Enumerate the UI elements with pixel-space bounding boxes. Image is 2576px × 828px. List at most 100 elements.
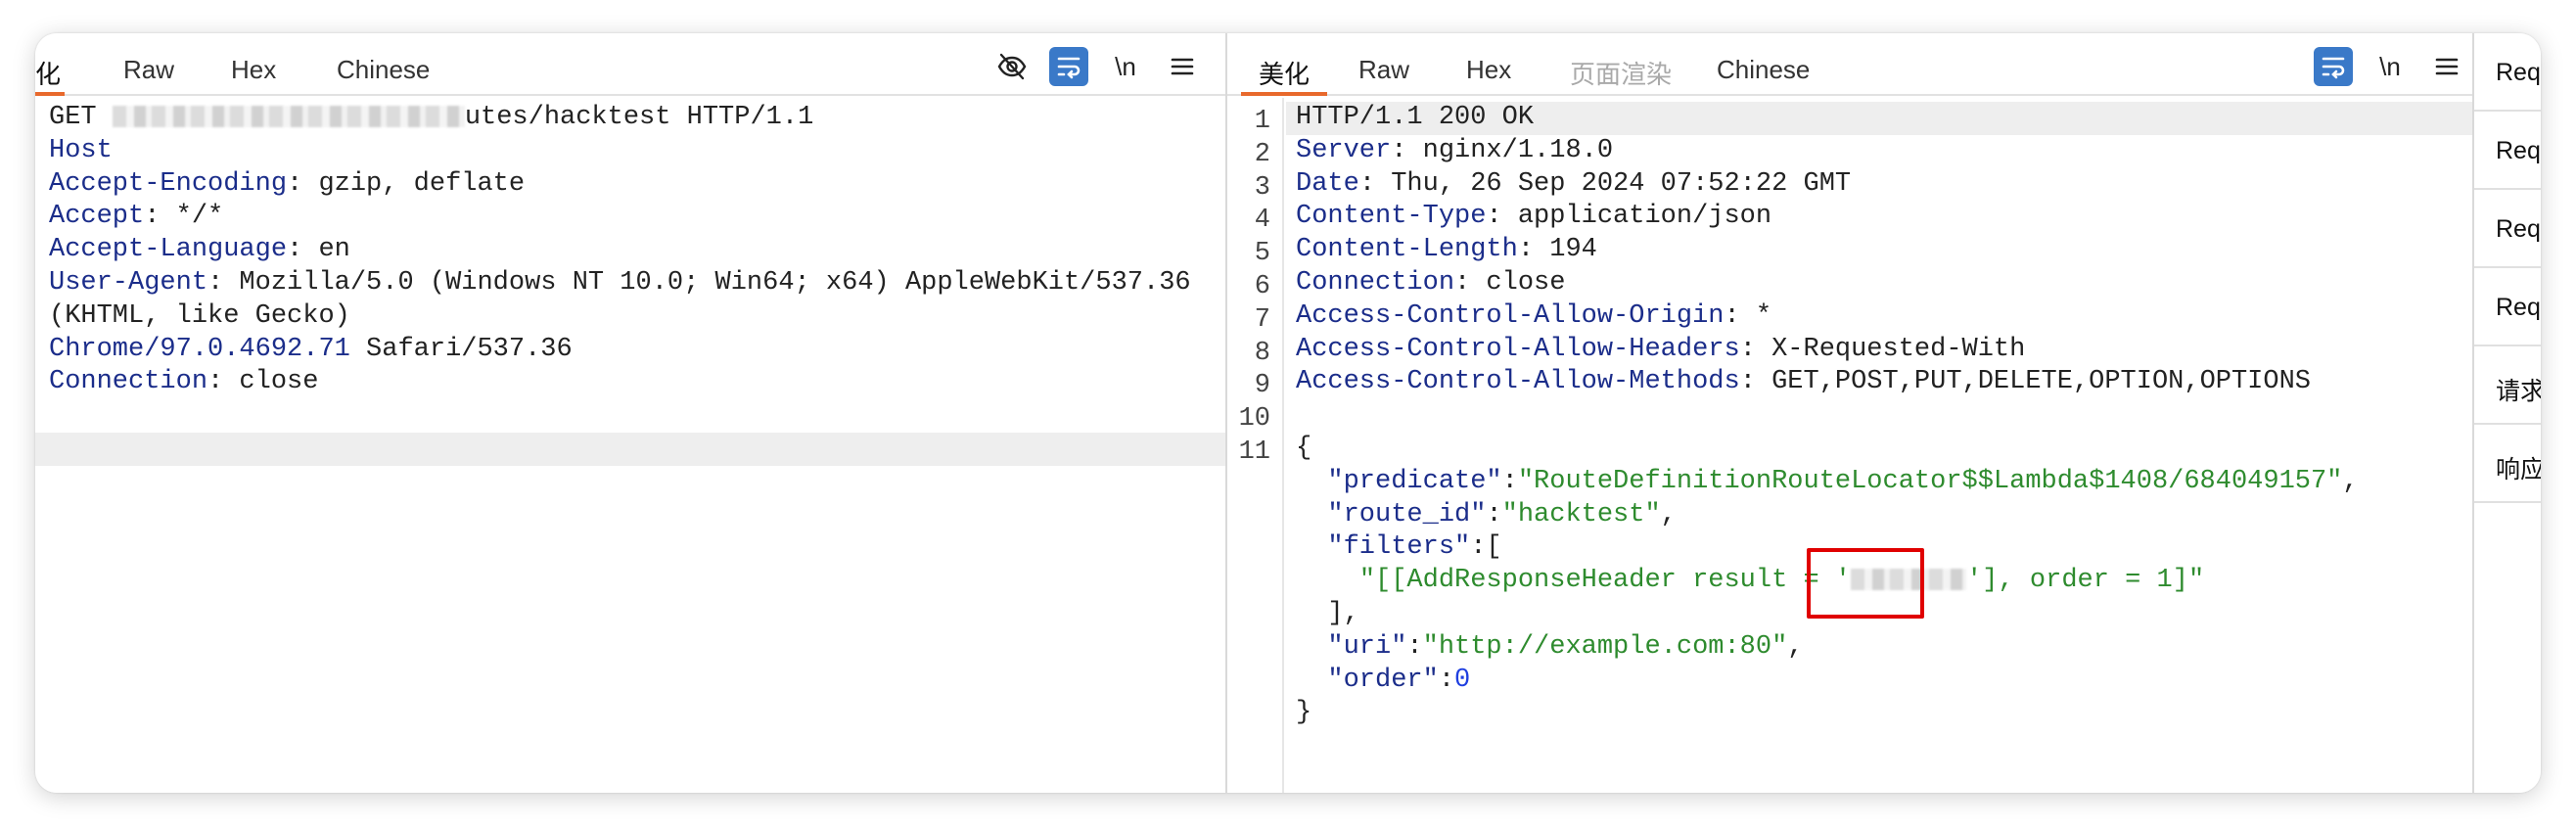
code-line: User-Agent: Mozilla/5.0 (Windows NT 10.0… xyxy=(35,267,1225,300)
code-line: Server: nginx/1.18.0 xyxy=(1286,135,2472,168)
code-line: Chrome/97.0.4692.71 Safari/537.36 xyxy=(35,334,1225,367)
code-line: Access-Control-Allow-Methods: GET,POST,P… xyxy=(1286,366,2472,399)
code-token: '], order = 1]" xyxy=(1966,566,2205,596)
code-token: : GET,POST,PUT,DELETE,OPTION,OPTIONS xyxy=(1739,367,2311,397)
inspector-item[interactable]: Req xyxy=(2474,112,2541,190)
newline-toggle[interactable]: \n xyxy=(2370,47,2410,86)
tab-label: Hex xyxy=(231,55,277,84)
code-token: "[[AddResponseHeader result = ' xyxy=(1358,566,1852,596)
newline-toggle[interactable]: \n xyxy=(1106,47,1145,86)
response-code-area[interactable]: HTTP/1.1 200 OK Server: nginx/1.18.0 Date:… xyxy=(1286,98,2472,793)
tab-label: Raw xyxy=(123,55,175,84)
request-tab-bar: 化 Raw Hex Chinese \n xyxy=(35,33,1225,96)
code-line: Connection: close xyxy=(35,366,1225,399)
code-token: "filters" xyxy=(1327,532,1471,563)
code-token: Server xyxy=(1296,135,1392,165)
line-number: 3 xyxy=(1254,172,1270,203)
code-line: "route_id":"hacktest", xyxy=(1286,499,2472,532)
code-line: "order":0 xyxy=(1286,665,2472,698)
line-number: 6 xyxy=(1254,272,1270,301)
code-token: } xyxy=(1296,698,1312,728)
inspector-item[interactable]: 请求 xyxy=(2474,346,2541,425)
code-token: "uri" xyxy=(1327,631,1407,662)
line-number: 2 xyxy=(1254,139,1270,169)
line-number: 10 xyxy=(1238,404,1270,435)
code-line: Content-Length: 194 xyxy=(1286,234,2472,267)
inspector-item[interactable]: Req xyxy=(2474,190,2541,268)
inspector-item[interactable]: Req xyxy=(2474,268,2541,346)
code-token: : 194 xyxy=(1517,235,1597,265)
line-number: 4 xyxy=(1254,206,1270,236)
code-token: "hacktest" xyxy=(1501,499,1661,529)
request-tab-hex[interactable]: Hex xyxy=(231,51,276,96)
request-tab-raw[interactable]: Raw xyxy=(123,51,174,96)
code-token: Safari/537.36 xyxy=(349,334,573,364)
code-token: Access-Control-Allow-Origin xyxy=(1296,300,1725,331)
code-token: , xyxy=(1787,631,1804,662)
line-number: 7 xyxy=(1254,304,1270,335)
code-line: Accept-Encoding: gzip, deflate xyxy=(35,168,1225,202)
eye-off-icon[interactable] xyxy=(992,47,1032,86)
request-tab-chinese[interactable]: Chinese xyxy=(337,51,430,96)
tab-label: Raw xyxy=(1358,55,1410,84)
code-line: "uri":"http://example.com:80", xyxy=(1286,631,2472,665)
code-line: HTTP/1.1 200 OK xyxy=(1286,102,2472,135)
code-token: Date xyxy=(1296,168,1359,199)
response-pane: 美化 Raw Hex 页面渲染 Chinese \n 1 2 3 4 5 6 7… xyxy=(1227,33,2472,793)
line-number: 9 xyxy=(1254,371,1270,401)
code-token: Accept-Encoding xyxy=(49,168,288,199)
code-token: ], xyxy=(1296,599,1359,628)
code-token: : Mozilla/5.0 (Windows NT 10.0; Win64; x… xyxy=(207,268,1191,298)
code-token: Content-Length xyxy=(1296,235,1518,265)
response-tab-bar: 美化 Raw Hex 页面渲染 Chinese \n xyxy=(1227,33,2472,96)
code-line: Access-Control-Allow-Origin: * xyxy=(1286,300,2472,334)
inspector-item[interactable]: 响应 xyxy=(2474,425,2541,503)
inspector-item[interactable]: Req xyxy=(2474,33,2541,112)
request-tab-pretty[interactable]: 化 xyxy=(35,51,65,96)
menu-icon[interactable] xyxy=(2427,47,2466,86)
code-line: "predicate":"RouteDefinitionRouteLocator… xyxy=(1286,466,2472,499)
code-token: : en xyxy=(287,235,350,265)
code-token: : xyxy=(1406,631,1423,662)
code-token: : nginx/1.18.0 xyxy=(1391,135,1614,165)
code-line: (KHTML, like Gecko) xyxy=(35,300,1225,334)
response-tab-chinese[interactable]: Chinese xyxy=(1717,51,1810,96)
code-line xyxy=(35,433,1225,466)
highlight-box xyxy=(1807,548,1924,619)
response-tab-raw[interactable]: Raw xyxy=(1358,51,1409,96)
line-number-gutter: 1 2 3 4 5 6 7 8 9 10 11 xyxy=(1227,98,1284,793)
tab-label: 化 xyxy=(35,60,62,89)
code-token: : Thu, 26 Sep 2024 07:52:22 GMT xyxy=(1358,168,1852,199)
code-token: : close xyxy=(207,367,319,397)
redacted-text xyxy=(112,105,465,127)
code-line: Access-Control-Allow-Headers: X-Requeste… xyxy=(1286,334,2472,367)
code-token: Accept-Language xyxy=(49,235,288,265)
code-token: Chrome/97.0.4692.71 xyxy=(49,334,350,364)
line-number: 5 xyxy=(1254,239,1270,269)
tab-label: 美化 xyxy=(1259,60,1311,89)
app-window: 化 Raw Hex Chinese \n GET utes/hacktest H… xyxy=(35,33,2541,793)
code-token: User-Agent xyxy=(49,268,208,298)
request-code-area[interactable]: GET utes/hacktest HTTP/1.1 Host Accept-Enc… xyxy=(35,98,1225,793)
code-line: GET utes/hacktest HTTP/1.1 xyxy=(35,102,1225,135)
code-line: Content-Type: application/json xyxy=(1286,201,2472,234)
menu-icon[interactable] xyxy=(1163,47,1202,86)
code-token: "http://example.com:80" xyxy=(1422,631,1788,662)
code-line: Accept: */* xyxy=(35,201,1225,234)
code-token: : application/json xyxy=(1486,202,1772,232)
code-token: Connection xyxy=(49,367,208,397)
code-line: Connection: close xyxy=(1286,267,2472,300)
response-tab-pretty[interactable]: 美化 xyxy=(1241,51,1328,96)
code-token: 0 xyxy=(1454,665,1471,695)
code-line: Date: Thu, 26 Sep 2024 07:52:22 GMT xyxy=(1286,168,2472,202)
code-token: { xyxy=(1296,434,1312,463)
response-tab-hex[interactable]: Hex xyxy=(1466,51,1511,96)
code-line: Host xyxy=(35,135,1225,168)
wrap-text-icon[interactable] xyxy=(2314,47,2353,86)
wrap-text-icon[interactable] xyxy=(1049,47,1088,86)
inspector-panel: Req Req Req Req 请求 响应 xyxy=(2474,33,2541,793)
code-token: HTTP/1.1 200 OK xyxy=(1296,103,1535,132)
code-token: Connection xyxy=(1296,268,1455,298)
